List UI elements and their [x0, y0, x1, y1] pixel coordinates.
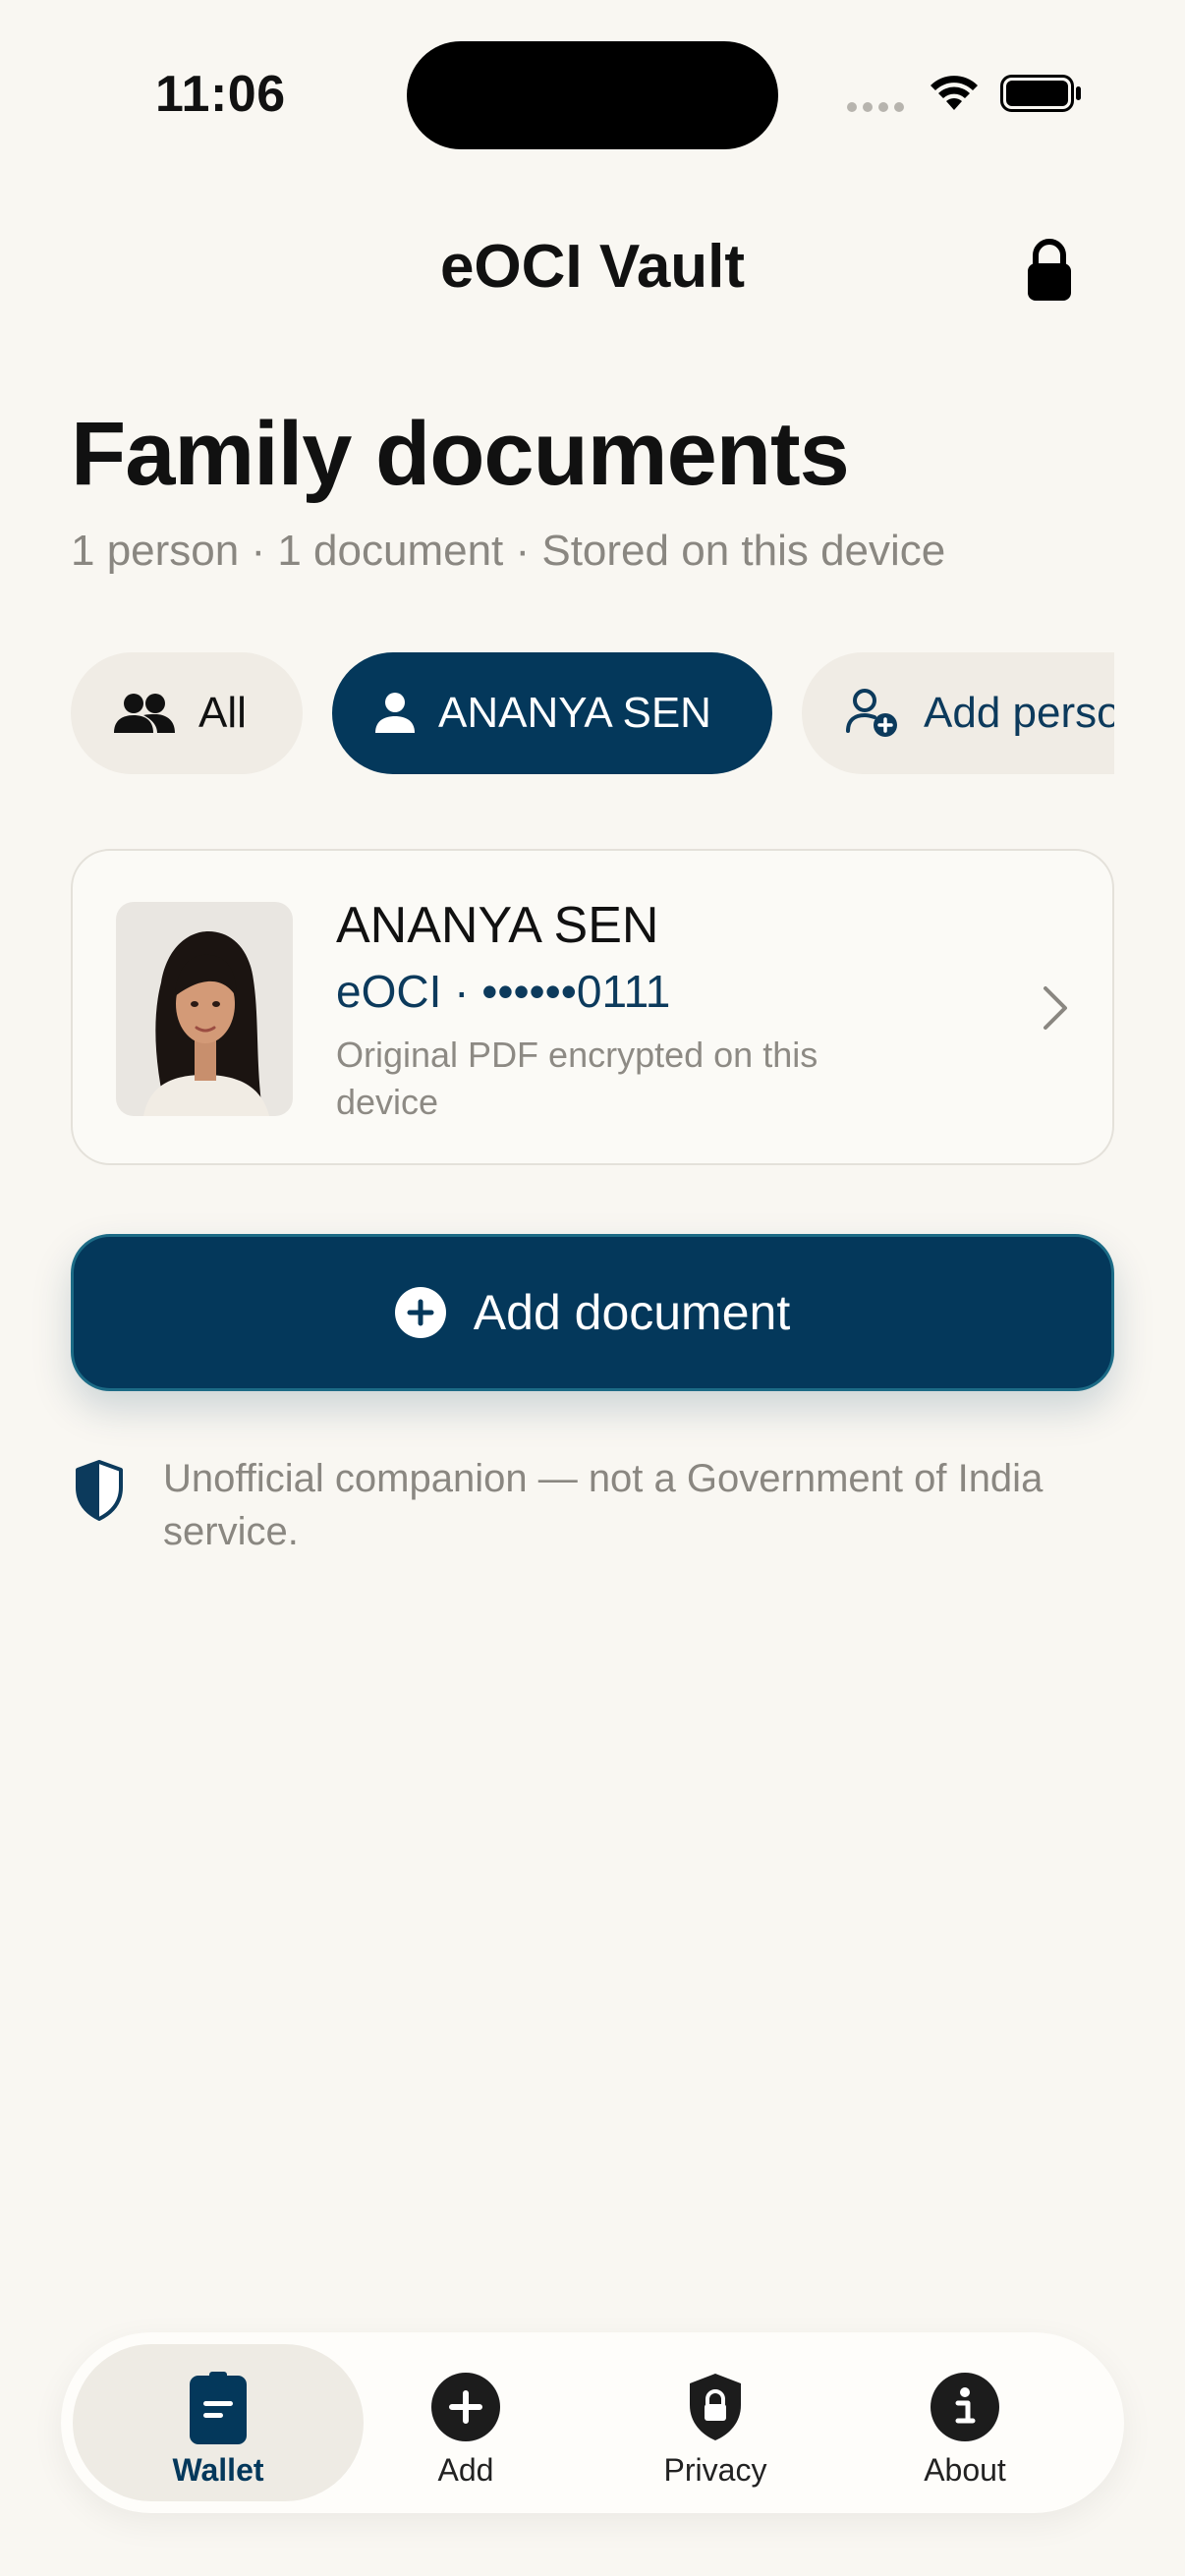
profile-photo	[116, 902, 293, 1116]
page-title: Family documents	[71, 404, 850, 504]
add-circle-icon	[431, 2373, 500, 2441]
status-bar: 11:06	[0, 0, 1185, 196]
cellular-signal-icon	[847, 102, 904, 112]
chevron-right-icon	[1044, 986, 1067, 1030]
info-icon	[931, 2373, 999, 2441]
person-add-icon	[846, 689, 897, 737]
tab-about[interactable]: About	[819, 2344, 1110, 2501]
wallet-icon	[190, 2372, 247, 2444]
app-title: eOCI Vault	[439, 233, 746, 301]
tab-add[interactable]: Add	[320, 2344, 611, 2501]
tab-privacy[interactable]: Privacy	[570, 2344, 861, 2501]
person-icon	[375, 693, 415, 733]
chip-person-label: ANANYA SEN	[438, 689, 711, 737]
document-status: Original PDF encrypted on this device	[336, 1035, 818, 1122]
status-icons	[847, 69, 1083, 118]
chip-add-person[interactable]: Add person	[802, 652, 1114, 774]
chip-add-label: Add person	[924, 689, 1114, 737]
wifi-icon	[931, 76, 978, 110]
add-document-button[interactable]: Add document	[71, 1234, 1114, 1391]
document-id: eOCI · ••••••0111	[336, 966, 671, 1017]
document-card[interactable]: ANANYA SEN eOCI · ••••••0111 Original PD…	[71, 849, 1114, 1165]
chip-person-ananya-sen[interactable]: ANANYA SEN	[332, 652, 772, 774]
add-circle-icon	[394, 1287, 446, 1338]
shield-icon	[76, 1460, 123, 1521]
tab-bar: Wallet Add Privacy About	[61, 2332, 1124, 2513]
tab-privacy-label: Privacy	[663, 2452, 767, 2488]
tab-add-label: Add	[437, 2452, 494, 2488]
add-document-label: Add document	[473, 1285, 791, 1340]
disclaimer-text: Unofficial companion — not a Government …	[163, 1457, 1044, 1553]
tab-about-label: About	[924, 2452, 1006, 2488]
document-holder-name: ANANYA SEN	[336, 897, 659, 954]
people-icon	[114, 694, 175, 733]
chip-all-label: All	[198, 689, 247, 737]
page-subtitle: 1 person · 1 document · Stored on this d…	[71, 527, 946, 575]
lock-icon[interactable]	[1020, 236, 1079, 305]
shield-lock-icon	[690, 2374, 741, 2440]
chip-all[interactable]: All	[71, 652, 303, 774]
dynamic-island	[407, 41, 778, 149]
status-time: 11:06	[155, 66, 286, 123]
person-filter-chips: All ANANYA SEN Add person	[71, 652, 1114, 776]
battery-icon	[1000, 75, 1081, 112]
